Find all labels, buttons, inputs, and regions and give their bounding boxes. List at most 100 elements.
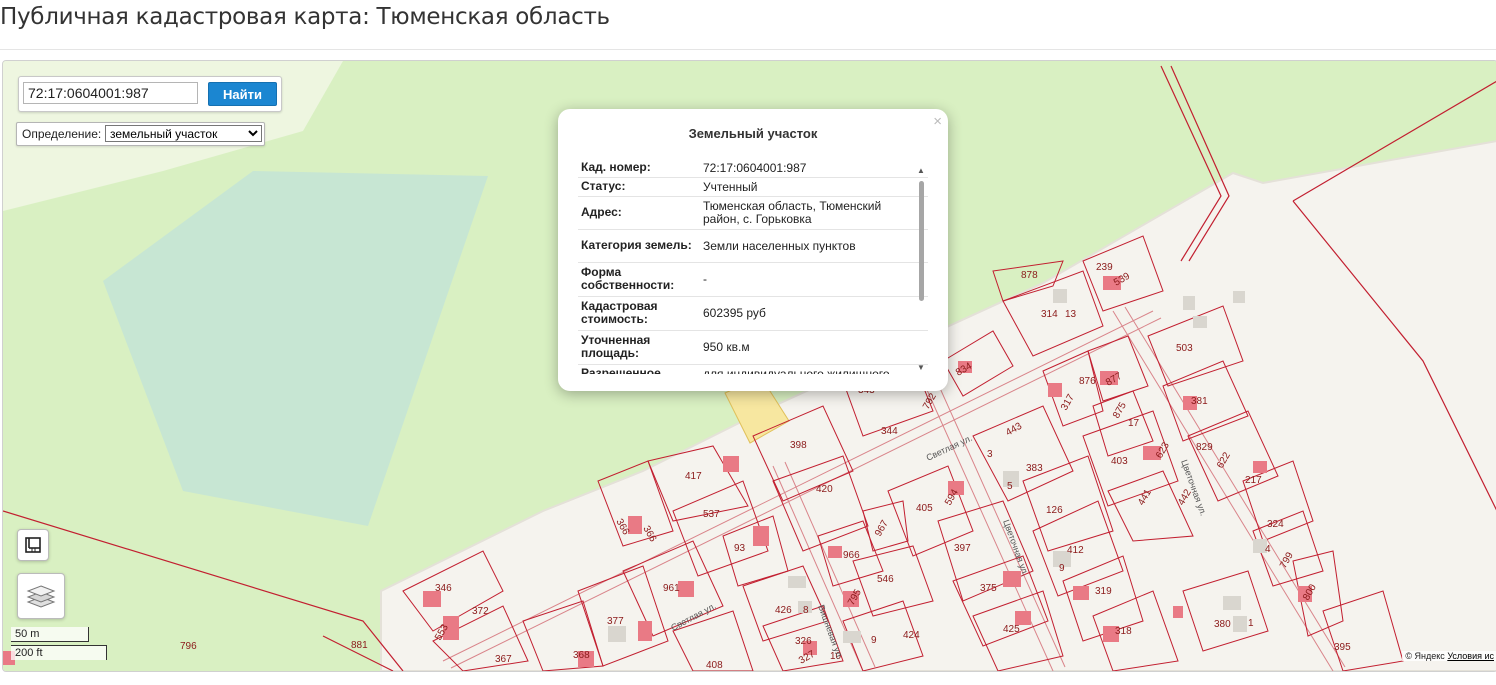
plot-number: 961 [663,583,680,594]
map-copyright: © Яндекс Условия ис [1402,651,1496,661]
definition-label: Определение: [22,127,102,141]
plot-number: 346 [435,583,452,594]
popup-scrollbar[interactable]: ▲ ▼ [917,166,925,372]
building [1073,586,1089,600]
plot-number: 1 [1248,618,1254,629]
title-divider [0,49,1496,50]
plot-number: 13 [1065,309,1077,320]
info-value: для индивидуального жилищного [703,366,890,374]
info-label: Уточненная площадь: [581,333,651,360]
plot-number: 426 [775,605,792,616]
plot-number: 881 [351,640,368,651]
outbuilding [1053,289,1067,303]
plot-number: 5 [1007,481,1013,492]
info-row-status: Статус: Учтенный [578,178,928,197]
scroll-thumb[interactable] [919,181,924,301]
layers-icon [26,585,56,608]
plot-number: 367 [495,654,512,665]
plot-number: 326 [795,636,812,647]
plot-number: 412 [1067,545,1084,556]
plot-number: 93 [734,543,746,554]
definition-panel: Определение: земельный участок [16,122,265,146]
plot-number: 398 [790,440,807,451]
outbuilding [1233,616,1247,632]
building [1173,606,1183,618]
info-row-area: Уточненная площадь: 950 кв.м [578,331,928,365]
info-value: 602395 руб [703,306,766,320]
plot-number: 239 [1096,262,1113,273]
info-value: Земли населенных пунктов [703,238,856,253]
info-label: Кадастровая стоимость: [581,299,658,326]
plot-number: 3 [987,449,993,460]
plot-number: 324 [1267,519,1284,530]
plot-number: 319 [1095,586,1112,597]
terms-link[interactable]: Условия ис [1447,651,1494,661]
plot-number: 314 [1041,309,1058,320]
building [828,546,842,558]
plot-number: 878 [1021,270,1038,281]
info-label: Кад. номер: [581,160,651,174]
plot-number: 17 [1128,418,1140,429]
outbuilding [1223,596,1241,610]
outbuilding [843,631,861,643]
info-value: Тюменская область, Тюменский район, с. Г… [703,199,882,226]
plot-number: 344 [881,426,898,437]
scroll-up-icon[interactable]: ▲ [917,166,925,175]
info-label: Разрешенное [581,366,661,375]
map-container[interactable]: 8782395393141383434379234450387687731738… [2,60,1496,672]
building [1048,383,1062,397]
plot-number: 9 [1059,563,1065,574]
ruler-button[interactable] [17,529,49,561]
building [638,621,652,641]
plot-number: 372 [472,606,489,617]
info-value: 72:17:0604001:987 [703,160,807,175]
plot-number: 9 [871,635,877,646]
scale-imperial: 200 ft [11,645,107,660]
outbuilding [1233,291,1245,303]
plot-number: 375 [980,583,997,594]
outbuilding [608,626,626,642]
plot-number: 417 [685,471,702,482]
ruler-icon [25,537,41,553]
plot-number: 876 [1079,376,1096,387]
info-label: Статус: [581,179,626,193]
info-value: Учтенный [703,179,758,194]
plot-number: 368 [573,650,590,661]
scroll-down-icon[interactable]: ▼ [917,363,925,372]
building [753,526,769,546]
plot-number: 377 [607,616,624,627]
plot-number: 966 [843,550,860,561]
plot-number: 405 [916,503,933,514]
plot-number: 425 [1003,624,1020,635]
info-value: - [703,272,707,286]
search-button[interactable]: Найти [208,82,277,106]
definition-select[interactable]: земельный участок [105,125,262,142]
plot-number: 380 [1214,619,1231,630]
info-row-ownership: Форма собственности: - [578,263,928,297]
outbuilding [1193,316,1207,328]
plot-number: 537 [703,509,720,520]
building [723,456,739,472]
cadastral-search-input[interactable] [23,82,198,104]
building [1015,611,1031,625]
plot-number: 424 [903,630,920,641]
plot-number: 8 [803,605,809,616]
outbuilding [788,576,806,588]
plot-number: 420 [816,484,833,495]
plot-number: 383 [1026,463,1043,474]
info-row-cadastral-value: Кадастровая стоимость: 602395 руб [578,297,928,331]
page-title: Публичная кадастровая карта: Тюменская о… [0,4,610,30]
info-label: Адрес: [581,205,622,219]
layers-button[interactable] [17,573,65,619]
scale-metric: 50 m [11,627,89,642]
info-value: 950 кв.м [703,340,750,354]
outbuilding [1183,296,1195,310]
info-label: Форма собственности: [581,265,675,292]
parcel-popup: × Земельный участок Кад. номер: 72:17:06… [558,109,948,391]
parcel-info-table: Кад. номер: 72:17:0604001:987 Статус: Уч… [578,159,928,374]
building [1253,461,1267,473]
plot-number: 546 [877,574,894,585]
building [1003,571,1021,587]
search-panel: Найти [18,76,282,112]
scale-bar: 50 m 200 ft [11,627,109,663]
